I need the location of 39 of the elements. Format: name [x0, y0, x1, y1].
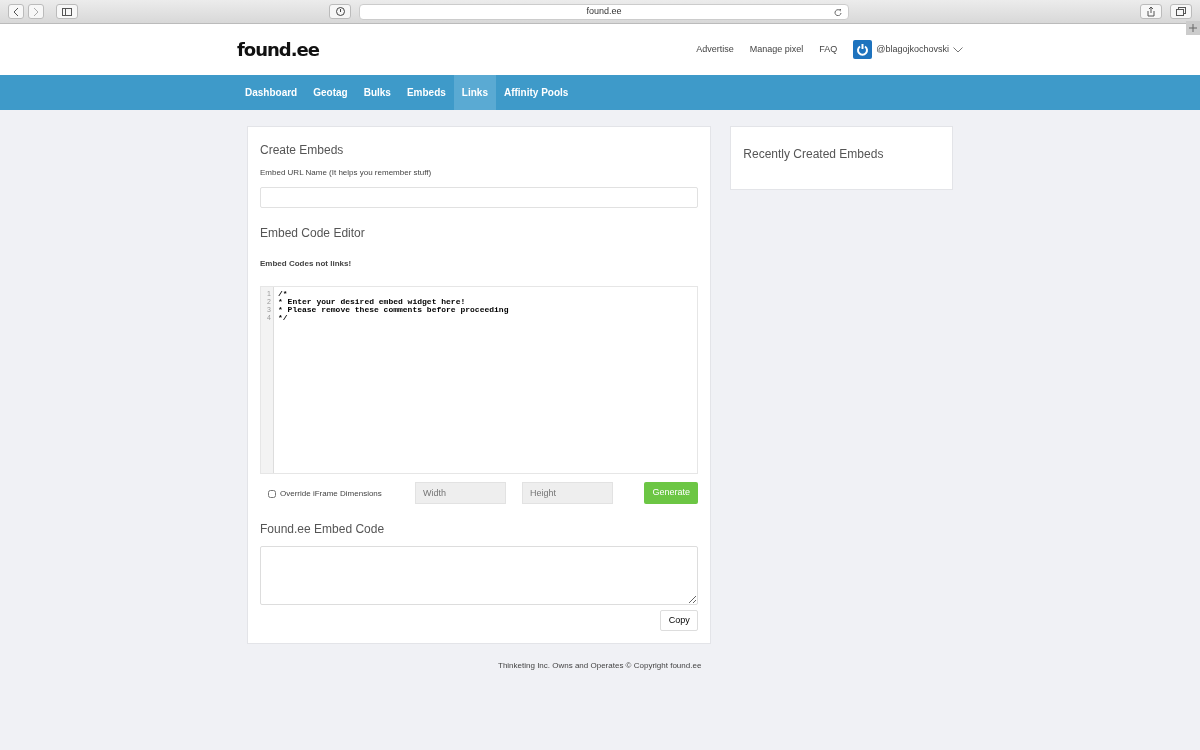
chevron-right-icon — [33, 7, 39, 16]
section-title: Embed Code Editor — [260, 225, 366, 242]
height-field[interactable]: Height — [522, 482, 613, 504]
section-title: Recently Created Embeds — [743, 146, 885, 163]
code-line: /* — [278, 290, 289, 298]
checkbox-label: Override iFrame Dimensions — [280, 488, 382, 500]
info-icon — [335, 7, 345, 16]
section-title: Found.ee Embed Code — [260, 521, 386, 538]
copy-button[interactable]: Copy — [660, 610, 699, 631]
share-button[interactable] — [1140, 4, 1162, 19]
header-link[interactable]: FAQ — [819, 42, 838, 57]
width-field[interactable]: Width — [415, 482, 506, 504]
tabs-icon — [1176, 7, 1186, 16]
tabs-button[interactable] — [1170, 4, 1192, 19]
code-line: * Enter your desired embed widget here! — [278, 298, 467, 306]
chevron-left-icon — [13, 7, 19, 16]
header-link[interactable]: Manage pixel — [749, 42, 804, 57]
chevron-down-icon[interactable] — [953, 46, 963, 53]
sidebar-button[interactable] — [56, 4, 78, 19]
address-bar[interactable]: found.ee — [359, 3, 849, 20]
user-menu[interactable]: @blagojkochovski — [876, 42, 949, 57]
section-title: Create Embeds — [260, 142, 345, 159]
privacy-button[interactable] — [329, 4, 351, 19]
editor-note: Embed Codes not links! — [260, 258, 353, 270]
url-name-field[interactable] — [260, 187, 699, 208]
footer-text: Thinketing Inc. Owns and Operates © Copyright found.ee — [498, 660, 702, 672]
sidebar-icon — [62, 7, 72, 16]
back-button[interactable] — [8, 4, 24, 19]
field-label: Embed URL Name (It helps you remember stuff) — [260, 167, 433, 179]
url-text: found.ee — [586, 4, 622, 18]
logo[interactable]: found.ee — [237, 36, 319, 63]
avatar-icon — [853, 40, 873, 59]
embed-code-field[interactable] — [260, 546, 699, 605]
header-link[interactable]: Advertise — [696, 42, 734, 57]
code-line: * Please remove these comments before proceeding — [278, 306, 509, 314]
reload-icon[interactable] — [834, 7, 842, 16]
override-checkbox[interactable] — [268, 490, 276, 498]
share-icon — [1147, 6, 1155, 17]
code-line: */ — [278, 314, 289, 322]
